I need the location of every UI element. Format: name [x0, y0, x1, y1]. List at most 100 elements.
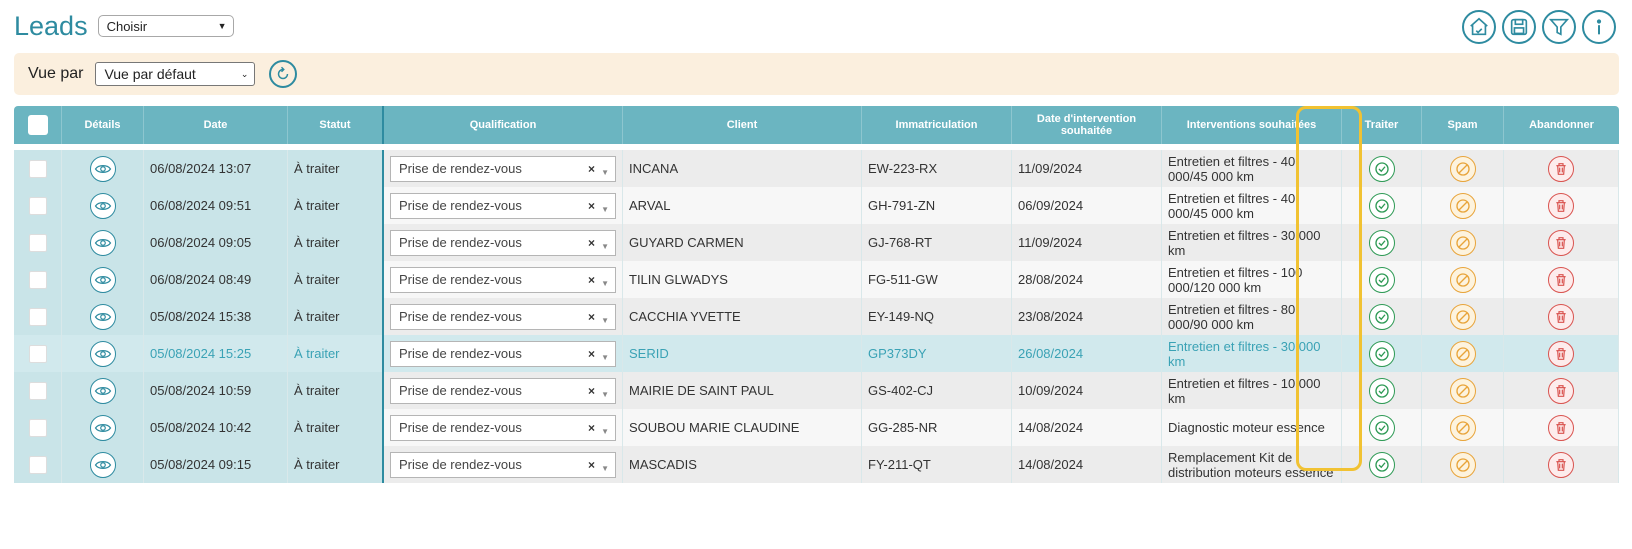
- row-checkbox[interactable]: [28, 159, 47, 178]
- info-icon[interactable]: [1582, 10, 1616, 44]
- qualification-select[interactable]: Prise de rendez-vous × ▼: [390, 303, 616, 330]
- abandonner-button[interactable]: [1548, 303, 1574, 330]
- abandonner-button[interactable]: [1548, 414, 1574, 441]
- row-select-cell: [14, 261, 62, 298]
- row-checkbox[interactable]: [28, 233, 47, 252]
- choose-select[interactable]: Choisir ▼: [97, 15, 234, 37]
- header-client[interactable]: Client: [623, 106, 862, 144]
- traiter-button[interactable]: [1368, 340, 1395, 367]
- row-traiter-cell: [1342, 335, 1422, 372]
- view-details-button[interactable]: [89, 192, 116, 219]
- row-checkbox[interactable]: [28, 270, 47, 289]
- qualification-select[interactable]: Prise de rendez-vous × ▼: [390, 266, 616, 293]
- qualification-select[interactable]: Prise de rendez-vous × ▼: [390, 414, 616, 441]
- clear-icon[interactable]: ×: [588, 236, 595, 251]
- table-row: 05/08/2024 15:25 À traiter Prise de rend…: [14, 335, 1619, 372]
- row-qualification-cell: Prise de rendez-vous × ▼: [384, 372, 623, 409]
- row-traiter-cell: [1342, 224, 1422, 261]
- header-date[interactable]: Date: [144, 106, 288, 144]
- header-statut[interactable]: Statut: [288, 106, 384, 144]
- qualification-select[interactable]: Prise de rendez-vous × ▼: [390, 155, 616, 182]
- abandonner-button[interactable]: [1548, 377, 1574, 404]
- clear-icon[interactable]: ×: [588, 199, 595, 214]
- row-checkbox[interactable]: [28, 455, 47, 474]
- filter-icon[interactable]: [1542, 10, 1576, 44]
- qualification-value: Prise de rendez-vous: [399, 309, 522, 324]
- header-interventions[interactable]: Interventions souhaitées: [1162, 106, 1342, 144]
- qualification-select[interactable]: Prise de rendez-vous × ▼: [390, 451, 616, 478]
- traiter-button[interactable]: [1368, 229, 1395, 256]
- header-details: Détails: [62, 106, 144, 144]
- spam-button[interactable]: [1449, 155, 1476, 182]
- spam-button[interactable]: [1449, 414, 1476, 441]
- row-statut: À traiter: [288, 298, 384, 335]
- qualification-select[interactable]: Prise de rendez-vous × ▼: [390, 192, 616, 219]
- view-details-button[interactable]: [89, 303, 116, 330]
- view-details-button[interactable]: [89, 414, 116, 441]
- clear-icon[interactable]: ×: [588, 273, 595, 288]
- save-icon[interactable]: [1502, 10, 1536, 44]
- qualification-select[interactable]: Prise de rendez-vous × ▼: [390, 340, 616, 367]
- abandonner-button[interactable]: [1548, 266, 1574, 293]
- traiter-button[interactable]: [1368, 303, 1395, 330]
- spam-button[interactable]: [1449, 229, 1476, 256]
- row-checkbox[interactable]: [28, 344, 47, 363]
- refresh-button[interactable]: [269, 60, 298, 88]
- abandonner-button[interactable]: [1548, 229, 1574, 256]
- select-all-checkbox[interactable]: [27, 115, 48, 135]
- row-details-cell: [62, 150, 144, 187]
- row-checkbox[interactable]: [28, 381, 47, 400]
- traiter-button[interactable]: [1368, 377, 1395, 404]
- row-spam-cell: [1422, 335, 1504, 372]
- traiter-button[interactable]: [1368, 451, 1395, 478]
- clear-icon[interactable]: ×: [588, 347, 595, 362]
- trash-icon: [1556, 384, 1566, 397]
- check-circle-icon: [1374, 235, 1389, 250]
- view-details-button[interactable]: [89, 340, 116, 367]
- traiter-button[interactable]: [1368, 192, 1395, 219]
- traiter-button[interactable]: [1368, 414, 1395, 441]
- view-select[interactable]: Vue par défaut ⌄: [95, 62, 256, 86]
- clear-icon[interactable]: ×: [588, 458, 595, 473]
- row-checkbox[interactable]: [28, 196, 47, 215]
- row-qualification-cell: Prise de rendez-vous × ▼: [384, 150, 623, 187]
- abandonner-button[interactable]: [1548, 155, 1574, 182]
- qualification-value: Prise de rendez-vous: [399, 346, 522, 361]
- traiter-button[interactable]: [1368, 266, 1395, 293]
- view-details-button[interactable]: [89, 229, 116, 256]
- header-spam: Spam: [1422, 106, 1504, 144]
- eye-icon: [94, 423, 111, 432]
- header-qualification[interactable]: Qualification: [384, 106, 623, 144]
- clear-icon[interactable]: ×: [588, 421, 595, 436]
- view-details-button[interactable]: [89, 266, 116, 293]
- clear-icon[interactable]: ×: [588, 310, 595, 325]
- traiter-button[interactable]: [1368, 155, 1395, 182]
- qualification-select[interactable]: Prise de rendez-vous × ▼: [390, 229, 616, 256]
- leads-table: Détails Date Statut Qualification Client…: [14, 106, 1619, 483]
- view-details-button[interactable]: [89, 155, 116, 182]
- home-icon[interactable]: [1462, 10, 1496, 44]
- clear-icon[interactable]: ×: [588, 384, 595, 399]
- view-details-button[interactable]: [89, 451, 116, 478]
- abandonner-button[interactable]: [1548, 340, 1574, 367]
- row-checkbox[interactable]: [28, 307, 47, 326]
- spam-button[interactable]: [1449, 192, 1476, 219]
- header-date-intervention[interactable]: Date d'intervention souhaitée: [1012, 106, 1162, 144]
- row-abandonner-cell: [1504, 224, 1619, 261]
- spam-button[interactable]: [1449, 377, 1476, 404]
- clear-icon[interactable]: ×: [588, 162, 595, 177]
- qualification-value: Prise de rendez-vous: [399, 235, 522, 250]
- header-immatriculation[interactable]: Immatriculation: [862, 106, 1012, 144]
- row-client: SERID: [623, 335, 862, 372]
- spam-button[interactable]: [1449, 266, 1476, 293]
- row-statut: À traiter: [288, 372, 384, 409]
- qualification-select[interactable]: Prise de rendez-vous × ▼: [390, 377, 616, 404]
- view-details-button[interactable]: [89, 377, 116, 404]
- abandonner-button[interactable]: [1548, 192, 1574, 219]
- spam-button[interactable]: [1449, 303, 1476, 330]
- abandonner-button[interactable]: [1548, 451, 1574, 478]
- row-checkbox[interactable]: [28, 418, 47, 437]
- spam-button[interactable]: [1449, 340, 1476, 367]
- row-client: GUYARD CARMEN: [623, 224, 862, 261]
- spam-button[interactable]: [1449, 451, 1476, 478]
